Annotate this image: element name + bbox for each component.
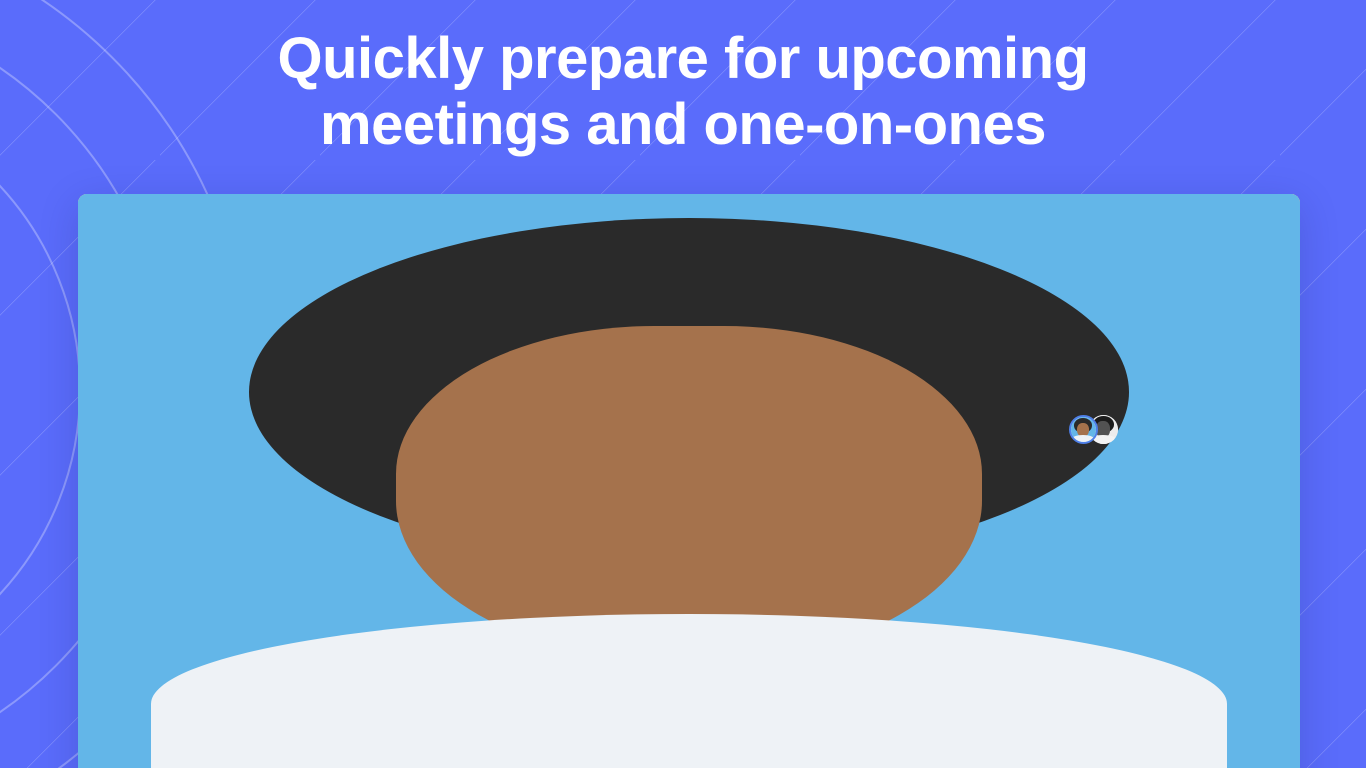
action-items-list: Prep slides for town hall meeting <box>78 194 1300 768</box>
main-column: Sasha Harris Chat Files Organization Act… <box>78 194 1300 768</box>
hero-line-1: Quickly prepare for upcoming <box>277 26 1089 91</box>
section-action-items: Action items What came out of this meeti… <box>78 194 1300 768</box>
meeting-note-card: 1-on-1 with Sasha Today at 2:00 PM <box>78 194 1300 768</box>
attendee-avatars <box>1068 415 1118 444</box>
avatar[interactable] <box>1068 415 1098 444</box>
avatar[interactable] <box>78 194 1300 768</box>
hero-line-2: meetings and one-on-ones <box>320 92 1046 157</box>
app-window: Chat Recent <box>78 194 1300 768</box>
list-item[interactable]: Prep slides for town hall meeting <box>78 194 1300 768</box>
hero-headline: Quickly prepare for upcoming meetings an… <box>0 26 1366 158</box>
fellow-panel: 1-on-1 with Sasha Ask for feedback More … <box>78 194 1300 768</box>
